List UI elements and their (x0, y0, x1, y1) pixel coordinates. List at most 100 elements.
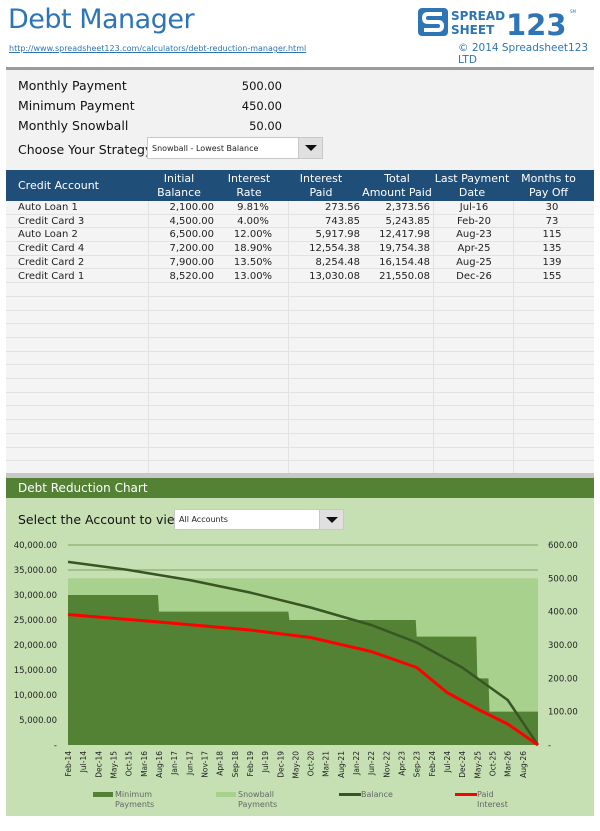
header-line-2: Amount Paid (362, 186, 432, 199)
monthly-payment-value[interactable]: 500.00 (192, 79, 282, 93)
left-axis-tick-label: 30,000.00 (14, 591, 57, 601)
table-cell: 7,200.00 (169, 243, 214, 255)
x-axis-tick-label: Oct-20 (307, 751, 316, 776)
table-cell: Auto Loan 2 (18, 229, 78, 241)
table-row: Credit Card 2 7,900.00 13.50% 8,254.48 16,15… (6, 256, 594, 270)
chevron-down-icon[interactable] (319, 510, 343, 529)
column-header: Last Payment Date (430, 170, 514, 201)
header-line-2: Paid (309, 186, 333, 199)
legend-swatch (339, 793, 361, 796)
x-axis-tick-label: Jan-17 (170, 751, 179, 776)
x-axis-tick-label: May-15 (109, 751, 118, 779)
right-axis-tick-label: 500.00 (548, 574, 578, 584)
header-line-2: Balance (157, 186, 201, 199)
header-line-2: Date (458, 186, 486, 199)
account-select-label: Select the Account to view (18, 512, 185, 527)
strategy-dropdown[interactable]: Snowball - Lowest Balance (147, 137, 323, 159)
strategy-value: Snowball - Lowest Balance (152, 143, 259, 153)
table-cell: 18.90% (233, 243, 273, 255)
table-cell: Credit Card 4 (18, 243, 85, 255)
table-row: Credit Card 4 7,200.00 18.90% 12,554.38 19,7… (6, 242, 594, 256)
x-axis-tick-label: Aug-26 (519, 751, 528, 778)
header-line-1: Initial (163, 172, 195, 185)
table-row: Auto Loan 2 6,500.00 12.00% 5,917.98 12,417.… (6, 228, 594, 243)
empty-row (6, 434, 594, 448)
table-cell: Aug-23 (456, 229, 492, 241)
table-cell: 13.00% (233, 270, 273, 282)
left-axis-tick-label: 10,000.00 (14, 691, 57, 701)
x-axis-tick-label: Apr-18 (216, 751, 225, 776)
legend-swatch (93, 792, 113, 797)
table-cell: 12,417.98 (379, 229, 430, 241)
header-line-2: Pay Off (528, 186, 569, 199)
legend-label: Snowball (238, 790, 274, 799)
x-axis-tick-label: Jul-24 (443, 751, 452, 774)
account-dropdown[interactable]: All Accounts (174, 509, 344, 530)
table-cell: 5,243.85 (385, 215, 430, 227)
table-cell: Credit Card 2 (18, 256, 85, 268)
table-cell: Aug-25 (456, 256, 492, 268)
legend-label: Balance (361, 790, 393, 799)
chevron-down-icon[interactable] (298, 138, 322, 158)
x-axis-tick-label: May-20 (291, 751, 300, 779)
table-cell: 9.81% (237, 202, 269, 213)
empty-row (6, 283, 594, 297)
header-line-1: Interest (227, 172, 271, 185)
header-line-1: Interest (299, 172, 343, 185)
table-cell: 139 (542, 256, 562, 268)
x-axis-tick-label: Sep-18 (231, 751, 240, 778)
column-header: Months to Pay Off (509, 170, 588, 201)
logo-tm: SM (570, 9, 577, 14)
source-link[interactable]: http://www.spreadsheet123.com/calculator… (9, 44, 306, 53)
page-title: Debt Manager (8, 4, 195, 35)
monthly-snowball-value: 50.00 (249, 119, 282, 133)
legend-label: Payments (115, 800, 154, 809)
table-cell: Jul-16 (459, 202, 489, 213)
accounts-table: Credit Account Initial Balance Interest Rate… (6, 170, 594, 475)
x-axis-tick-label: Aug-16 (155, 751, 164, 778)
empty-row (6, 311, 594, 325)
input-panel: Monthly Payment 500.00 Minimum Payment 4… (6, 70, 594, 170)
spreadsheet123-logo: SPREAD SHEET 123 SM (418, 8, 577, 38)
empty-row (6, 393, 594, 407)
x-axis-tick-label: Nov-22 (382, 751, 391, 778)
table-header: Credit Account Initial Balance Interest Rate… (6, 170, 594, 201)
x-axis-tick-label: Jul-14 (79, 751, 88, 774)
right-axis-tick-label: 600.00 (548, 541, 578, 551)
table-cell: 4,500.00 (169, 215, 214, 227)
table-cell: 12.00% (233, 229, 273, 241)
table-cell: 273.56 (325, 202, 360, 213)
logo-text-bottom: SHEET (451, 23, 495, 37)
empty-row (6, 297, 594, 311)
table-row: Auto Loan 1 2,100.00 9.81% 273.56 2,373.56 Ju… (6, 201, 594, 215)
table-body: Auto Loan 1 2,100.00 9.81% 273.56 2,373.56 Ju… (6, 201, 594, 475)
chart-section-title: Debt Reduction Chart (6, 478, 594, 498)
header-line-1: Total (384, 172, 410, 185)
table-cell: 30 (545, 202, 559, 213)
x-axis-tick-label: Aug-21 (337, 751, 346, 778)
table-cell: 21,550.08 (379, 270, 430, 282)
x-axis-tick-label: Mar-26 (504, 751, 513, 777)
logo-number: 123 (506, 8, 567, 38)
legend-swatch (455, 793, 477, 796)
legend-label: Minimum (115, 790, 152, 799)
table-cell: Feb-20 (456, 215, 492, 227)
empty-row (6, 420, 594, 434)
x-axis-tick-label: Feb-24 (428, 751, 437, 777)
left-axis-tick-label: 25,000.00 (14, 616, 57, 626)
empty-row (6, 379, 594, 393)
x-axis-tick-label: Jul-19 (261, 751, 270, 774)
table-cell: 2,373.56 (385, 202, 430, 213)
x-axis-tick-label: Nov-17 (200, 751, 209, 778)
monthly-snowball-label: Monthly Snowball (18, 118, 129, 133)
left-axis-tick-label: 5,000.00 (19, 716, 57, 726)
logo-text-top: SPREAD (451, 9, 505, 23)
table-row: Credit Card 1 8,520.00 13.00% 13,030.08 21,5… (6, 270, 594, 284)
right-axis-tick-label: 200.00 (548, 674, 578, 684)
table-row: Credit Card 3 4,500.00 4.00% 743.85 5,243.85… (6, 215, 594, 229)
minimum-payment-label: Minimum Payment (18, 98, 135, 113)
minimum-payment-value: 450.00 (241, 99, 282, 113)
header-line-1: Credit Account (18, 179, 99, 192)
table-cell: Dec-26 (456, 270, 492, 282)
left-axis-tick-label: - (54, 741, 57, 751)
